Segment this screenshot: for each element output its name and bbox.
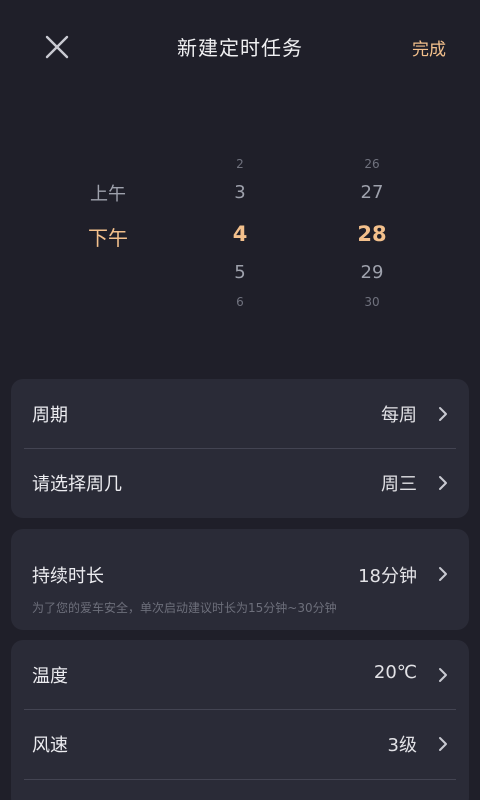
schedule-card: 周期 每周 请选择周几 周三 (11, 379, 469, 518)
temperature-row[interactable]: 温度 20℃ (11, 640, 469, 710)
chevron-right-icon (439, 567, 447, 581)
period-row[interactable]: 周期 每周 (11, 379, 469, 449)
header: 新建定时任务 完成 (0, 0, 480, 92)
chevron-right-icon (439, 668, 447, 682)
divider (24, 779, 456, 780)
time-picker: 上午 下午 2 3 4 5 6 26 27 28 29 30 (0, 150, 480, 320)
period-label: 周期 (32, 405, 68, 426)
climate-card: 温度 20℃ 风速 3级 (11, 640, 469, 800)
minute-option-selected[interactable]: 28 (332, 222, 412, 246)
minute-option[interactable]: 26 (332, 157, 412, 171)
screen: 新建定时任务 完成 上午 下午 2 3 4 5 6 26 27 28 29 30… (0, 0, 480, 800)
fan-speed-value: 3级 (387, 735, 417, 756)
fan-speed-row[interactable]: 风速 3级 (11, 709, 469, 779)
hour-option[interactable]: 6 (200, 295, 280, 309)
minute-option[interactable]: 30 (332, 295, 412, 309)
chevron-right-icon (439, 407, 447, 421)
ampm-wheel[interactable]: 上午 下午 (68, 150, 148, 320)
temperature-label: 温度 (32, 666, 68, 687)
minute-option[interactable]: 27 (332, 182, 412, 203)
duration-label: 持续时长 (32, 566, 104, 587)
period-value: 每周 (381, 405, 417, 426)
duration-row[interactable]: 持续时长 18分钟 (11, 537, 469, 601)
duration-card: 持续时长 18分钟 为了您的爱车安全，单次启动建议时长为15分钟~30分钟 (11, 529, 469, 630)
temperature-value: 20℃ (373, 662, 417, 683)
weekday-label: 请选择周几 (32, 474, 122, 495)
chevron-right-icon (439, 737, 447, 751)
weekday-value: 周三 (381, 474, 417, 495)
page-title: 新建定时任务 (177, 36, 303, 60)
weekday-row[interactable]: 请选择周几 周三 (11, 448, 469, 518)
done-button[interactable]: 完成 (412, 35, 446, 60)
fan-speed-label: 风速 (32, 735, 68, 756)
minute-option[interactable]: 29 (332, 262, 412, 283)
ampm-option-above[interactable]: 上午 (68, 180, 148, 206)
duration-value: 18分钟 (358, 566, 417, 587)
ampm-option-selected[interactable]: 下午 (68, 222, 148, 251)
chevron-right-icon (439, 476, 447, 490)
minute-wheel[interactable]: 26 27 28 29 30 (332, 150, 412, 320)
hour-wheel[interactable]: 2 3 4 5 6 (200, 150, 280, 320)
hour-option[interactable]: 2 (200, 157, 280, 171)
duration-hint: 为了您的爱车安全，单次启动建议时长为15分钟~30分钟 (32, 601, 337, 615)
hour-option-selected[interactable]: 4 (200, 222, 280, 246)
hour-option[interactable]: 3 (200, 182, 280, 203)
hour-option[interactable]: 5 (200, 262, 280, 283)
